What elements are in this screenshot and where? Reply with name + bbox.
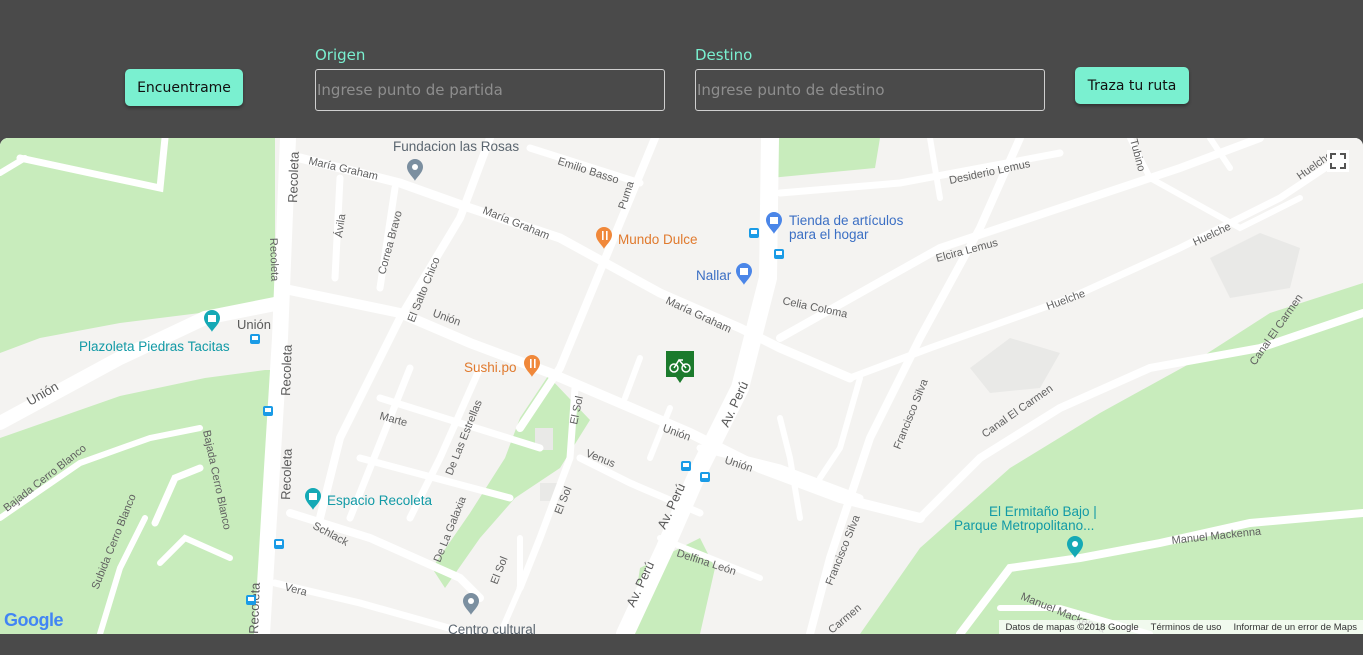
svg-text:Plazoleta Piedras Tacitas: Plazoleta Piedras Tacitas xyxy=(79,339,230,354)
trace-route-button[interactable]: Traza tu ruta xyxy=(1075,67,1189,104)
origin-label: Origen xyxy=(315,46,366,64)
svg-text:Tienda de artículos: Tienda de artículos xyxy=(789,213,904,228)
svg-text:Centro cultural: Centro cultural xyxy=(448,622,536,634)
bus-stop-icon xyxy=(246,595,256,605)
street-recoleta: Recoleta xyxy=(285,151,302,204)
bus-stop-icon xyxy=(263,406,273,416)
bus-stop-icon xyxy=(700,472,710,482)
svg-text:Nallar: Nallar xyxy=(696,268,732,283)
svg-text:Espacio Recoleta: Espacio Recoleta xyxy=(327,493,433,508)
street-recoleta: Recoleta xyxy=(278,344,295,397)
bus-stop-icon xyxy=(749,228,759,238)
street-recoleta: Recoleta xyxy=(267,238,281,283)
street-recoleta: Recoleta xyxy=(278,448,295,501)
header-bar: Encuentrame Origen Destino Traza tu ruta xyxy=(0,0,1363,138)
svg-text:Mundo Dulce: Mundo Dulce xyxy=(618,232,698,247)
terms-link[interactable]: Términos de uso xyxy=(1151,622,1222,633)
find-me-button[interactable]: Encuentrame xyxy=(125,69,243,106)
map[interactable]: María Graham María Graham María Graham E… xyxy=(0,138,1363,634)
fullscreen-button[interactable] xyxy=(1327,150,1349,172)
street-recoleta: Recoleta xyxy=(246,582,263,634)
svg-text:para el hogar: para el hogar xyxy=(789,227,869,242)
map-canvas[interactable]: María Graham María Graham María Graham E… xyxy=(0,138,1363,634)
svg-text:Fundacion las Rosas: Fundacion las Rosas xyxy=(393,139,519,154)
google-logo[interactable]: Google xyxy=(4,610,64,631)
bus-stop-icon xyxy=(681,461,691,471)
bus-stop-icon xyxy=(250,334,260,344)
fullscreen-icon xyxy=(1330,153,1346,169)
origin-input[interactable] xyxy=(315,69,665,111)
bus-stop-icon xyxy=(774,249,784,259)
destination-label: Destino xyxy=(695,46,753,64)
svg-text:Sushi.po: Sushi.po xyxy=(464,360,517,375)
google-logo-text: Google xyxy=(4,610,64,630)
svg-text:El Ermitaño Bajo |: El Ermitaño Bajo | xyxy=(989,504,1097,519)
bus-stop-icon xyxy=(274,539,284,549)
street-union: Unión xyxy=(237,317,271,332)
report-error-link[interactable]: Informar de un error de Maps xyxy=(1233,622,1357,633)
destination-input[interactable] xyxy=(695,69,1045,111)
svg-text:Parque Metropolitano...: Parque Metropolitano... xyxy=(954,518,1094,533)
map-attribution: Datos de mapas ©2018 Google Términos de … xyxy=(999,620,1363,634)
map-data-attribution: Datos de mapas ©2018 Google xyxy=(1005,621,1139,633)
